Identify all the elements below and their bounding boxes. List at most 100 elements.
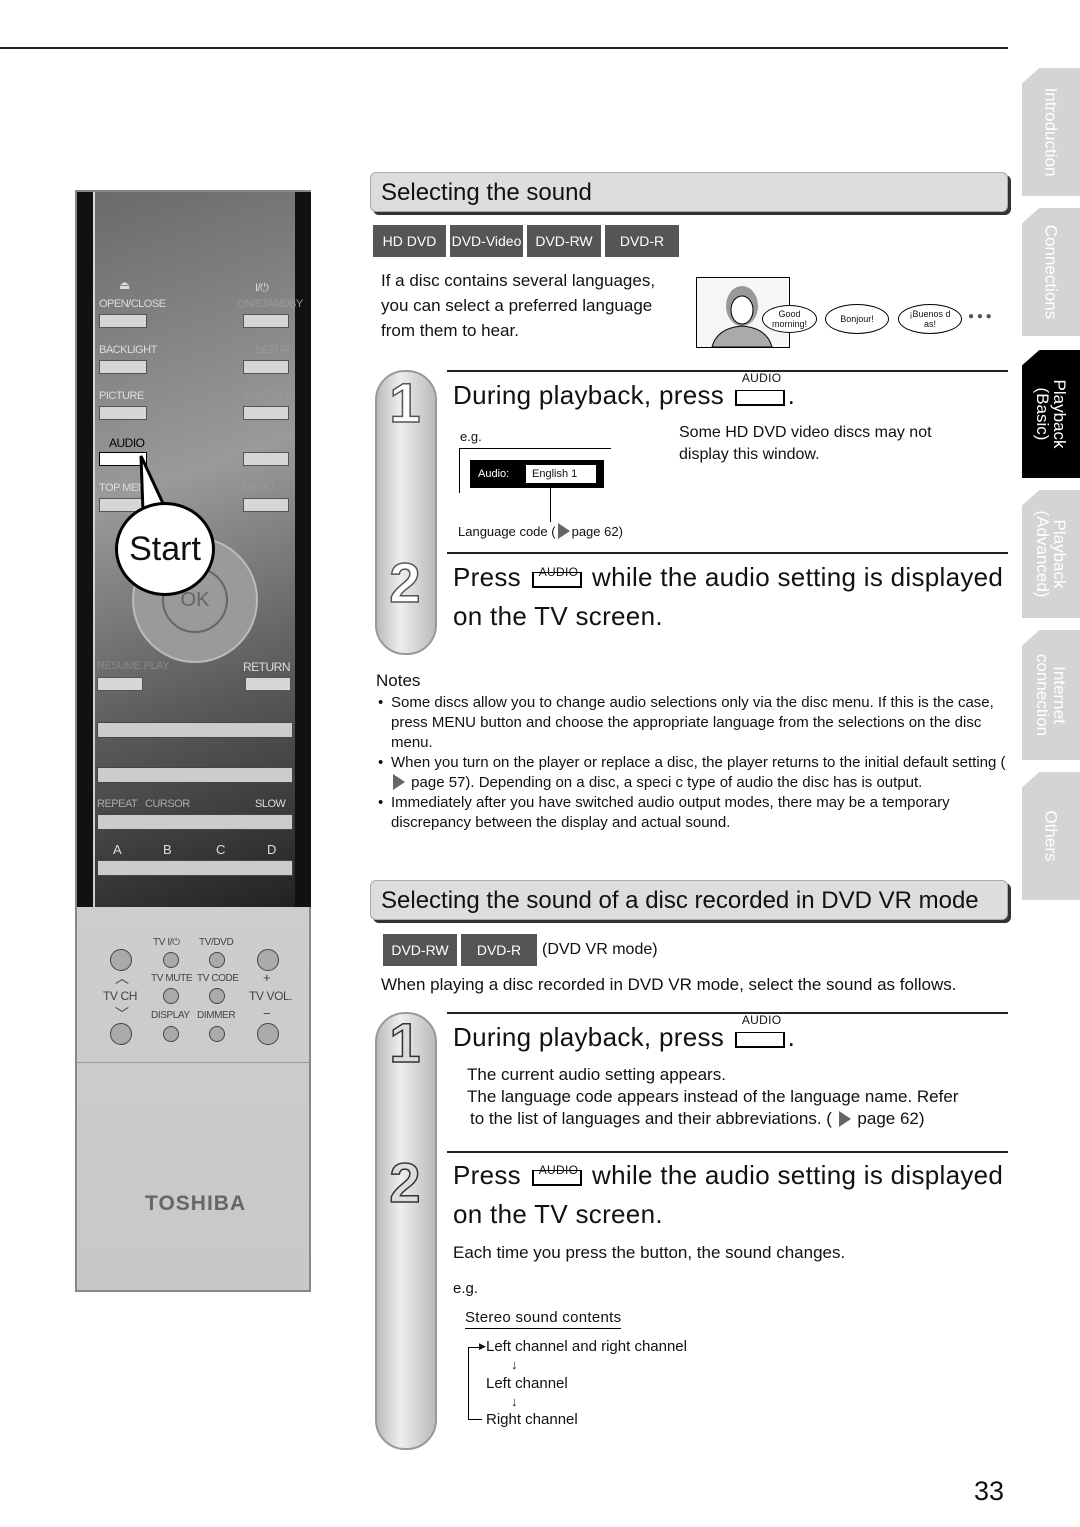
badge-dvd-video: DVD-Video (450, 225, 525, 257)
tab-introduction[interactable]: Introduction (1022, 68, 1080, 196)
step2-instruction: Press AUDIO while the audio setting is d… (453, 1160, 1004, 1229)
step1-note: Some HD DVD video discs may not display t… (679, 424, 932, 463)
cycle-item: Left channel and right channel (486, 1338, 687, 1355)
audio-button-icon: AUDIO (734, 371, 785, 406)
power-icon: I/⏻ (255, 282, 269, 294)
playback-buttons (97, 722, 293, 738)
label-display: DISPLAY (151, 1010, 190, 1021)
speech-bubble: Good morning! (762, 305, 817, 333)
label-picture: PICTURE (99, 390, 144, 402)
notes-list: Some discs allow you to change audio sel… (376, 693, 1006, 833)
subtitle-button (243, 406, 289, 420)
resume-play-button (97, 677, 143, 691)
badge-dvd-r: DVD-R (461, 934, 537, 966)
eject-icon: ⏏ (119, 278, 130, 292)
note-item: Some discs allow you to change audio sel… (376, 693, 1006, 753)
chevron-down-icon: ﹀ (115, 1006, 129, 1022)
section-title: Selecting the sound (370, 172, 1008, 212)
intro-text: If a disc contains several languages, yo… (381, 271, 656, 340)
audio-osd: Audio: English 1 (470, 460, 604, 488)
arrow-down-icon: ↓ (511, 1394, 518, 1409)
cycle-item: Left channel (486, 1375, 568, 1392)
label-audio: AUDIO (109, 436, 145, 450)
arrow-right-icon: ▶ (479, 1341, 486, 1351)
label-tv-power: TV I/⏻ (153, 937, 180, 948)
label-c: C (216, 842, 225, 857)
label-tv-vol: TV VOL. (249, 989, 293, 1003)
label-slow: SLOW (255, 798, 286, 810)
stereo-title: Stereo sound contents (465, 1309, 622, 1329)
tab-internet-connection[interactable]: Internet connection (1022, 630, 1080, 760)
audio-button-icon: AUDIO (734, 1013, 785, 1048)
badge-hd-dvd: HD DVD (373, 225, 448, 257)
label-repeat: REPEAT (97, 798, 138, 810)
menu-button (243, 498, 289, 512)
on-standby-button (243, 314, 289, 328)
setup-button (243, 360, 289, 374)
step1-instruction: During playback, press AUDIO. (453, 371, 796, 410)
open-close-button (99, 314, 147, 328)
tab-others[interactable]: Others (1022, 772, 1080, 900)
cycle-loop-line (468, 1347, 482, 1420)
label-b: B (163, 842, 172, 857)
minus-icon: − (263, 1006, 271, 1021)
label-tv-ch: TV CH (103, 989, 138, 1003)
audio-button-icon: AUDIO (531, 1163, 582, 1186)
backlight-button (99, 360, 147, 374)
page-ref-arrow-icon (838, 1111, 851, 1127)
label-d: D (267, 842, 276, 857)
label-open-close: OPEN/CLOSE (99, 298, 166, 310)
language-code-ref: Language code (page 62) (458, 523, 623, 539)
start-callout: Start (115, 502, 215, 596)
label-tv-code: TV CODE (197, 973, 239, 984)
step2-instruction: Press AUDIO while the audio setting is d… (453, 562, 1004, 631)
step-number: 2 (389, 1150, 422, 1215)
step1-description: The current audio setting appears. The l… (467, 1065, 959, 1128)
eg-label: e.g. (453, 1280, 479, 1297)
top-rule (0, 47, 1008, 49)
page-ref-arrow-icon (393, 774, 405, 790)
tab-connections[interactable]: Connections (1022, 208, 1080, 336)
label-setup: SETUP (255, 344, 290, 356)
label-angle: ANGLE (243, 436, 278, 448)
label-backlight: BACKLIGHT (99, 344, 157, 356)
badge-dvd-rw: DVD-RW (527, 225, 603, 257)
speech-bubble: Bonjour! (825, 304, 889, 334)
label-cursor: CURSOR (145, 798, 190, 810)
label-tv-mute: TV MUTE (151, 973, 193, 984)
section2-intro: When playing a disc recorded in DVD VR m… (381, 975, 957, 994)
disc-badges: DVD-RW DVD-R (383, 934, 537, 966)
speech-bubble: ¡Buenos d as! (898, 304, 962, 334)
ellipsis: ● ● ● (968, 311, 992, 322)
arrow-down-icon: ↓ (511, 1357, 518, 1372)
cycle-item: Right channel (486, 1411, 578, 1428)
disc-badges: HD DVD DVD-Video DVD-RW DVD-R (373, 225, 679, 257)
eg-label: e.g. (460, 429, 482, 444)
audio-button-icon: AUDIO (531, 565, 582, 588)
color-buttons (97, 860, 293, 876)
function-buttons (97, 814, 293, 830)
label-resume-play: RESUME PLAY (97, 660, 169, 672)
picture-button (99, 406, 147, 420)
badge-dvd-rw: DVD-RW (383, 934, 459, 966)
page-ref-arrow-icon (557, 523, 570, 539)
chevron-up-icon: ︿ (115, 970, 129, 986)
tab-playback-advanced[interactable]: Playback (Advanced) (1022, 490, 1080, 618)
step-indicator (375, 1012, 437, 1450)
step-number: 1 (389, 370, 422, 435)
note-item: When you turn on the player or replace a… (376, 753, 1006, 793)
remote-illustration: ⏏ OPEN/CLOSE I/⏻ ON/STANDBY BACKLIGHT SE… (75, 190, 311, 1292)
label-return: RETURN (243, 660, 291, 674)
plus-icon: + (263, 970, 271, 985)
tab-playback-basic[interactable]: Playback (Basic) (1022, 350, 1080, 478)
step1-instruction: During playback, press AUDIO. (453, 1013, 796, 1052)
step-number: 1 (389, 1010, 422, 1075)
label-tv-dvd: TV/DVD (199, 937, 234, 948)
section-title: Selecting the sound of a disc recorded i… (370, 880, 1008, 920)
return-button (245, 677, 291, 691)
label-subtitle: SUBTITLE (243, 390, 292, 402)
toshiba-logo: TOSHIBA (145, 1192, 247, 1215)
skip-buttons (97, 767, 293, 783)
notes-title: Notes (376, 671, 421, 690)
label-a: A (113, 842, 122, 857)
